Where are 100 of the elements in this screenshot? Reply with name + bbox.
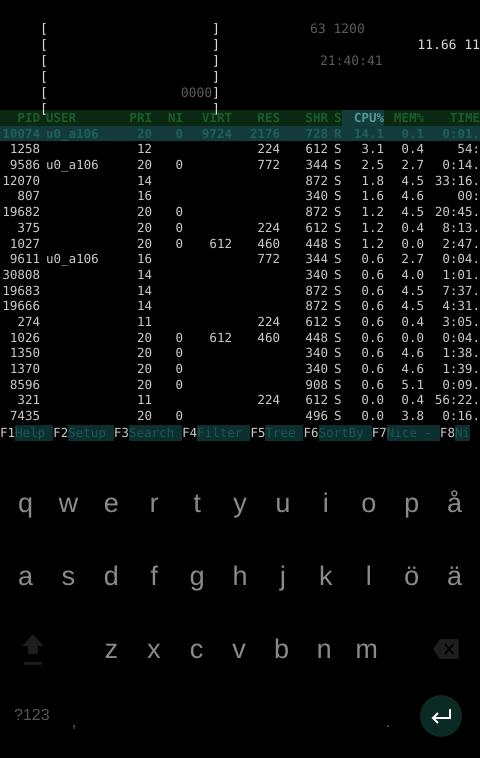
keyboard-key[interactable]: ä [440, 560, 470, 592]
process-row[interactable]: 12070 14 872 S 1.8 4.5 33:16. [0, 172, 480, 188]
table-cell: 14 [136, 298, 152, 314]
meter-bracket: [ [40, 86, 48, 102]
table-cell: 872 [305, 172, 328, 188]
table-cell: 274 [17, 314, 40, 329]
process-row[interactable]: 19682 20 0 872 S 1.2 4.5 20:45. [0, 204, 480, 220]
process-row[interactable]: 30808 14 340 S 0.6 4.0 1:01. [0, 266, 480, 283]
table-cell: 0.0 [401, 330, 424, 345]
table-cell: 612 [209, 236, 232, 250]
keyboard-key[interactable]: q [10, 488, 40, 519]
process-row[interactable]: 19666 14 872 S 0.6 4.5 4:31. [0, 298, 480, 314]
table-cell: 7435 [10, 408, 40, 424]
process-row[interactable]: 375 20 0 224 612 S 1.2 0.4 8:13. [0, 220, 480, 236]
function-key[interactable]: F3 [114, 424, 129, 441]
table-cell: S [334, 408, 342, 424]
table-cell: 4.6 [401, 345, 424, 360]
table-cell: 1370 [10, 361, 40, 376]
keyboard-key[interactable]: t [182, 488, 212, 519]
table-cell: 20 [136, 330, 152, 345]
table-cell: 340 [305, 361, 328, 376]
function-key[interactable]: F7 [372, 424, 387, 441]
function-key[interactable]: F2 [53, 424, 68, 441]
function-key[interactable]: F8 [440, 424, 455, 441]
process-row[interactable]: 9586 u0_a106 20 0 772 344 S 2.5 2.7 0:14. [0, 157, 480, 173]
table-cell: 0 [175, 236, 183, 250]
function-key[interactable]: F6 [303, 424, 319, 441]
enter-button[interactable] [420, 694, 462, 737]
table-cell: S [334, 345, 342, 360]
table-cell: 224 [257, 314, 280, 329]
table-cell: 872 [305, 204, 328, 220]
keyboard-key[interactable]: v [224, 634, 254, 665]
table-cell: 11 [136, 314, 152, 329]
keyboard-key[interactable]: l [354, 560, 384, 592]
table-cell: 9586 [10, 157, 40, 172]
keyboard-key[interactable]: c [182, 634, 212, 665]
table-cell: 0:14. [442, 157, 480, 172]
table-cell: 2.7 [401, 157, 424, 172]
table-cell: 0:09. [442, 376, 480, 392]
keyboard-key[interactable]: s [53, 560, 84, 592]
table-cell: 375 [17, 220, 40, 235]
function-key[interactable]: F1 [0, 424, 16, 441]
keyboard-key[interactable]: f [139, 560, 170, 592]
process-row[interactable]: 19683 14 872 S 0.6 4.5 7:37. [0, 282, 480, 298]
table-cell: 0 [175, 157, 183, 172]
process-row[interactable]: 1258 12 224 612 S 3.1 0.4 54: [0, 141, 480, 158]
column-header[interactable]: CPU% [342, 110, 384, 126]
keyboard-key[interactable]: x [139, 634, 169, 665]
keyboard-key[interactable]: o [354, 488, 384, 519]
keyboard-key[interactable]: r [139, 488, 170, 519]
table-cell: 12 [136, 141, 152, 156]
keyboard-key[interactable]: å [440, 488, 470, 519]
process-row[interactable]: 321 11 224 612 S 0.0 0.4 56:22. [0, 392, 480, 408]
process-row[interactable]: 1350 20 0 340 S 0.6 4.6 1:38. [0, 345, 480, 361]
table-cell: 20 [136, 376, 152, 392]
process-row[interactable]: 8596 20 0 908 S 0.6 5.1 0:09. [0, 376, 480, 392]
table-cell: 0.4 [401, 392, 424, 408]
table-cell: 30808 [2, 266, 40, 282]
table-cell: 4.5 [401, 298, 424, 314]
table-cell: 20 [136, 157, 152, 172]
keyboard-key[interactable]: w [53, 488, 84, 519]
keyboard-key[interactable]: ö [396, 560, 427, 592]
process-row[interactable]: 1026 20 0 612 460 448 S 0.6 0.0 0:04. [0, 330, 480, 346]
keyboard-key[interactable]: h [224, 560, 255, 592]
process-row[interactable]: 807 16 340 S 1.6 4.6 00: [0, 188, 480, 204]
keyboard-key[interactable]: b [266, 634, 296, 665]
keyboard-key[interactable]: g [182, 560, 212, 592]
keyboard-key[interactable]: z [96, 634, 126, 665]
table-cell: 1027 [10, 236, 40, 250]
table-cell: 0 [175, 376, 183, 392]
keyboard-key[interactable]: m [352, 634, 382, 665]
function-key[interactable]: F4 [182, 424, 198, 441]
process-row[interactable]: 7435 20 0 496 S 0.0 3.8 0:16. [0, 408, 480, 424]
keyboard-key[interactable]: k [310, 560, 341, 592]
keyboard-key[interactable]: n [309, 634, 339, 665]
keyboard-key[interactable]: j [268, 560, 298, 592]
process-row[interactable]: 1370 20 0 340 S 0.6 4.6 1:39. [0, 361, 480, 377]
table-cell: 0.0 [401, 236, 424, 250]
function-key[interactable]: F5 [250, 424, 266, 441]
keyboard-key[interactable]: y [224, 488, 255, 519]
keyboard-key[interactable]: p [396, 488, 427, 519]
process-row[interactable]: 274 11 224 612 S 0.6 0.4 3:05. [0, 314, 480, 330]
keyboard-key[interactable]: e [96, 488, 126, 519]
keyboard-key[interactable]: d [96, 560, 126, 592]
keyboard-key[interactable]: u [268, 488, 298, 519]
process-row[interactable]: 1027 20 0 612 460 448 S 1.2 0.0 2:47. [0, 236, 480, 252]
table-cell: 612 [305, 141, 328, 156]
keyboard-key[interactable]: i [310, 488, 341, 519]
process-row[interactable]: 9611 u0_a106 16 772 344 S 0.6 2.7 0:04. [0, 251, 480, 267]
table-cell: 0 [175, 220, 183, 235]
table-cell: 19682 [2, 204, 40, 220]
backspace-icon[interactable] [432, 638, 460, 660]
table-cell: 4.6 [401, 361, 424, 376]
table-cell: 2:47. [442, 236, 480, 250]
shift-icon[interactable] [20, 632, 46, 666]
table-cell: 54: [457, 141, 480, 156]
meter-bracket: ] [212, 54, 220, 70]
keyboard-key[interactable]: a [10, 560, 40, 592]
table-cell: 0.6 [361, 298, 384, 314]
table-cell: 1258 [10, 141, 40, 156]
